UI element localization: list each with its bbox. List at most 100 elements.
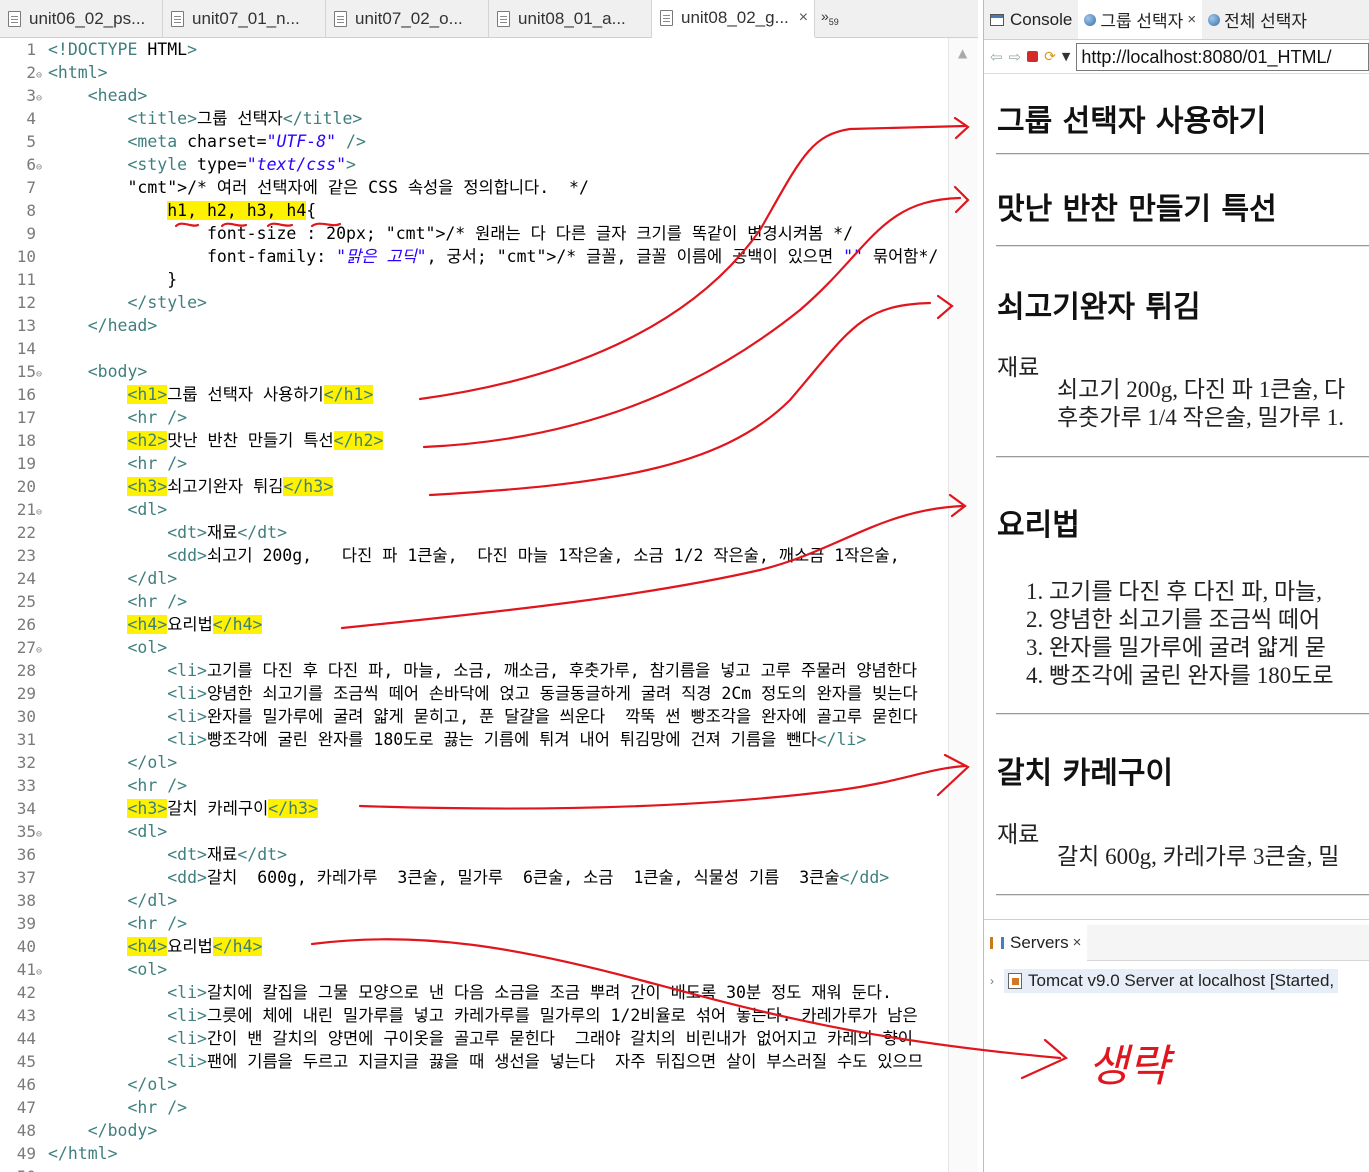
code-text: <!DOCTYPE HTML>: [48, 40, 198, 59]
close-icon[interactable]: ×: [799, 9, 808, 27]
code-line[interactable]: 17 <hr />: [0, 406, 948, 429]
code-line[interactable]: 11 }: [0, 268, 948, 291]
stop-icon[interactable]: [1027, 51, 1039, 62]
code-line[interactable]: 46 </ol>: [0, 1073, 948, 1096]
tab-servers[interactable]: Servers ×: [984, 924, 1088, 961]
code-line[interactable]: 2⊖ <html>: [0, 61, 948, 84]
code-text: h1, h2, h3, h4{: [167, 201, 317, 220]
line-number: 10: [16, 247, 36, 266]
tab-label: Servers: [1010, 932, 1069, 952]
code-line[interactable]: 34 <h3>갈치 카레구이</h3>: [0, 797, 948, 820]
code-line[interactable]: 5 <meta charset="UTF-8" />: [0, 130, 948, 153]
code-text: <dd>쇠고기 200g, 다진 파 1큰술, 다진 마늘 1작은술, 소금 1…: [167, 546, 900, 565]
line-number: 2: [26, 63, 36, 82]
tab-universal-selector[interactable]: 전체 선택자: [1202, 0, 1313, 39]
tab-group-selector[interactable]: 그룹 선택자 ×: [1078, 0, 1203, 39]
tab-overflow-button[interactable]: »59: [815, 0, 845, 37]
editor-tab-unit08-01[interactable]: unit08_01_a...: [489, 0, 652, 38]
chevron-right-icon[interactable]: ›: [990, 974, 994, 988]
code-line[interactable]: 15⊖ <body>: [0, 360, 948, 383]
code-line[interactable]: 33 <hr />: [0, 774, 948, 797]
code-line[interactable]: 7 "cmt">/* 여러 선택자에 같은 CSS 속성을 정의합니다. */: [0, 176, 948, 199]
code-line[interactable]: 48 </body>: [0, 1119, 948, 1142]
vertical-scrollbar[interactable]: ▲: [948, 38, 978, 1172]
code-line[interactable]: 40 <h4>요리법</h4>: [0, 935, 948, 958]
code-line[interactable]: 4 <title>그룹 선택자</title>: [0, 107, 948, 130]
back-icon[interactable]: ⇦: [990, 48, 1003, 66]
line-number: 9: [26, 224, 36, 243]
close-icon[interactable]: ×: [1187, 11, 1196, 28]
code-line[interactable]: 37 <dd>갈치 600g, 카레가루 3큰술, 밀가루 6큰술, 소금 1큰…: [0, 866, 948, 889]
code-line[interactable]: 24 </dl>: [0, 567, 948, 590]
tab-console[interactable]: Console: [984, 0, 1078, 39]
code-line[interactable]: 22 <dt>재료</dt>: [0, 521, 948, 544]
code-line[interactable]: 50: [0, 1165, 948, 1172]
code-text: <li>팬에 기름을 두르고 지글지글 끓을 때 생선을 넣는다 자주 뒤집으면…: [167, 1052, 923, 1071]
code-text: <dl>: [127, 822, 168, 841]
code-line[interactable]: 31 <li>빵조각에 굴린 완자를 180도로 끓는 기름에 튀겨 내어 튀김…: [0, 728, 948, 751]
chevron-down-icon[interactable]: ▼: [1062, 50, 1070, 63]
line-number: 47: [16, 1098, 36, 1117]
code-line[interactable]: 9 font-size : 20px; "cmt">/* 원래는 다 다른 글자…: [0, 222, 948, 245]
code-line[interactable]: 21⊖ <dl>: [0, 498, 948, 521]
code-line[interactable]: 39 <hr />: [0, 912, 948, 935]
code-line[interactable]: 23 <dd>쇠고기 200g, 다진 파 1큰술, 다진 마늘 1작은술, 소…: [0, 544, 948, 567]
code-line[interactable]: 1 <!DOCTYPE HTML>: [0, 38, 948, 61]
code-line[interactable]: 25 <hr />: [0, 590, 948, 613]
code-line[interactable]: 44 <li>간이 밴 갈치의 양면에 구이옷을 골고루 묻힌다 그래야 갈치의…: [0, 1027, 948, 1050]
server-entry[interactable]: › Tomcat v9.0 Server at localhost [Start…: [984, 967, 1369, 995]
line-number: 15: [16, 362, 36, 381]
code-line[interactable]: 43 <li>그릇에 체에 내린 밀가루를 넣고 카레가루를 밀가루의 1/2비…: [0, 1004, 948, 1027]
code-line[interactable]: 12 </style>: [0, 291, 948, 314]
line-number: 3: [26, 86, 36, 105]
code-line[interactable]: 14: [0, 337, 948, 360]
code-line[interactable]: 35⊖ <dl>: [0, 820, 948, 843]
code-line[interactable]: 20 <h3>쇠고기완자 튀김</h3>: [0, 475, 948, 498]
url-input[interactable]: http://localhost:8080/01_HTML/: [1076, 42, 1369, 71]
code-line[interactable]: 6⊖ <style type="text/css">: [0, 153, 948, 176]
rendered-page: 그룹 선택자 사용하기 맛난 반찬 만들기 특선 쇠고기완자 튀김 재료 쇠고기…: [984, 76, 1369, 920]
code-text: <style type="text/css">: [127, 155, 356, 174]
code-line[interactable]: 29 <li>양념한 쇠고기를 조금씩 떼어 손바닥에 얹고 동글동글하게 굴려…: [0, 682, 948, 705]
code-text: <meta charset="UTF-8" />: [127, 132, 366, 151]
page-list-item: 4. 빵조각에 굴린 완자를 180도로: [1026, 663, 1334, 688]
view-tab-bar: Console 그룹 선택자 × 전체 선택자: [984, 0, 1369, 40]
code-line[interactable]: 26 <h4>요리법</h4>: [0, 613, 948, 636]
code-line[interactable]: 41⊖ <ol>: [0, 958, 948, 981]
forward-icon[interactable]: ⇨: [1009, 48, 1022, 66]
editor-tab-unit06-02[interactable]: unit06_02_ps...: [0, 0, 163, 38]
code-line[interactable]: 18 <h2>맛난 반찬 만들기 특선</h2>: [0, 429, 948, 452]
code-line[interactable]: 10 font-family: "맑은 고딕", 궁서; "cmt">/* 글꼴…: [0, 245, 948, 268]
browser-toolbar: ⇦ ⇨ ⟳ ▼ http://localhost:8080/01_HTML/: [984, 40, 1369, 74]
code-line[interactable]: 45 <li>팬에 기름을 두르고 지글지글 끓을 때 생선을 넣는다 자주 뒤…: [0, 1050, 948, 1073]
code-line[interactable]: 47 <hr />: [0, 1096, 948, 1119]
code-line[interactable]: 3⊖ <head>: [0, 84, 948, 107]
code-line[interactable]: 16 <h1>그룹 선택자 사용하기</h1>: [0, 383, 948, 406]
editor-tab-unit07-02[interactable]: unit07_02_o...: [326, 0, 489, 38]
line-number: 44: [16, 1029, 36, 1048]
code-line[interactable]: 30 <li>완자를 밀가루에 굴려 얇게 묻히고, 푼 달걀을 씌운다 깍뚝 …: [0, 705, 948, 728]
code-editor[interactable]: unit06_02_ps... unit07_01_n... unit07_02…: [0, 0, 978, 1172]
line-number: 29: [16, 684, 36, 703]
code-line[interactable]: 8 h1, h2, h3, h4{: [0, 199, 948, 222]
code-line[interactable]: 38 </dl>: [0, 889, 948, 912]
editor-tab-unit07-01[interactable]: unit07_01_n...: [163, 0, 326, 38]
code-line[interactable]: 36 <dt>재료</dt>: [0, 843, 948, 866]
code-text: <head>: [87, 86, 148, 105]
close-icon[interactable]: ×: [1073, 934, 1082, 951]
code-line[interactable]: 13 </head>: [0, 314, 948, 337]
refresh-icon[interactable]: ⟳: [1044, 49, 1056, 65]
code-text: </dl>: [127, 891, 178, 910]
code-text: }: [48, 270, 178, 289]
code-line[interactable]: 42 <li>갈치에 칼집을 그물 모양으로 낸 다음 소금을 조금 뿌려 간이…: [0, 981, 948, 1004]
code-text: </head>: [87, 316, 158, 335]
code-line[interactable]: 32 </ol>: [0, 751, 948, 774]
code-line[interactable]: 49 </html>: [0, 1142, 948, 1165]
editor-tab-unit08-02[interactable]: unit08_02_g... ×: [652, 0, 815, 38]
scroll-up-icon[interactable]: ▲: [958, 46, 967, 60]
code-line[interactable]: 27⊖ <ol>: [0, 636, 948, 659]
code-line[interactable]: 28 <li>고기를 다진 후 다진 파, 마늘, 소금, 깨소금, 후춧가루,…: [0, 659, 948, 682]
code-line[interactable]: 19 <hr />: [0, 452, 948, 475]
line-number: 6: [26, 155, 36, 174]
code-area[interactable]: 1 <!DOCTYPE HTML> 2⊖ <html> 3⊖ <head> 4 <tit…: [0, 38, 948, 1172]
